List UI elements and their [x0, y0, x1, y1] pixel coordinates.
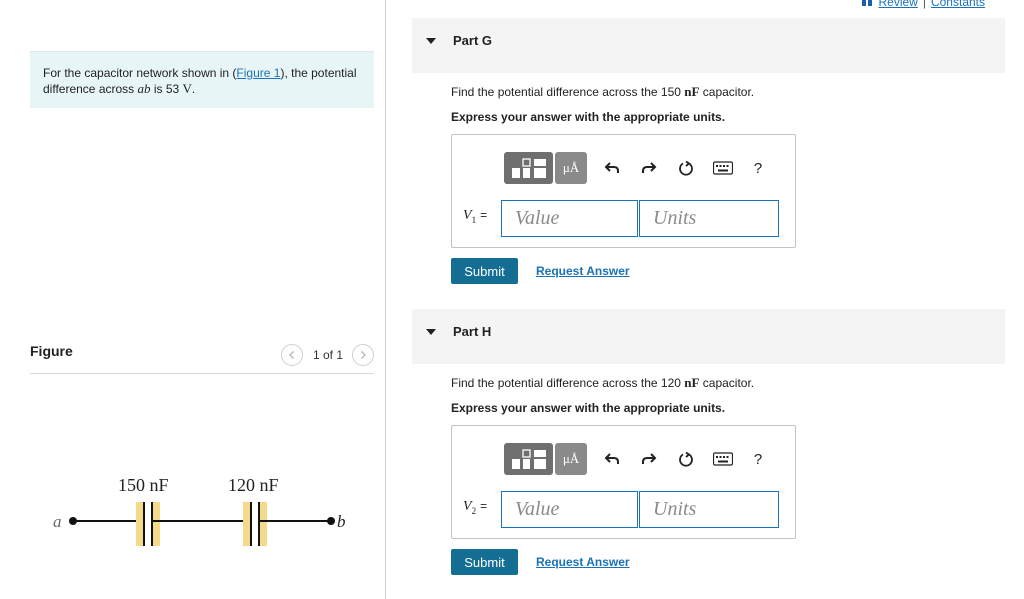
- undo-button[interactable]: [600, 156, 624, 180]
- problem-unit: V: [182, 81, 192, 96]
- help-button[interactable]: ?: [748, 160, 768, 177]
- problem-statement: For the capacitor network shown in (Figu…: [30, 51, 374, 108]
- units-input[interactable]: Units: [639, 491, 779, 528]
- part-h-answer-box: μÅ ? V2 = Value Units: [451, 425, 796, 539]
- undo-button[interactable]: [600, 447, 624, 471]
- chevron-right-icon: [361, 351, 366, 359]
- link-separator: |: [922, 0, 926, 9]
- cap2-plate-left-fill: [243, 502, 251, 546]
- cap1-plate-right-fill: [152, 502, 160, 546]
- problem-text-end: .: [191, 82, 196, 96]
- variable-subscript: 2: [471, 505, 477, 516]
- figure-pager: 1 of 1: [280, 344, 374, 366]
- answer-toolbar: μÅ ?: [504, 152, 768, 184]
- question-text-after: capacitor.: [699, 85, 755, 99]
- prev-figure-button[interactable]: [280, 344, 303, 366]
- templates-icon: [511, 449, 546, 469]
- reset-button[interactable]: [674, 156, 698, 180]
- variable-label: V2 =: [463, 499, 487, 516]
- variable-symbol: V: [463, 499, 472, 514]
- figure-header: Figure 1 of 1: [30, 341, 374, 374]
- value-input[interactable]: Value: [501, 491, 638, 528]
- pager-text: 1 of 1: [312, 348, 343, 362]
- problem-variable: ab: [137, 81, 151, 96]
- variable-symbol: V: [463, 208, 472, 223]
- keyboard-icon: [713, 161, 733, 175]
- cap2-plate-right-fill: [259, 502, 267, 546]
- review-icon: [862, 0, 873, 6]
- part-g-request-answer-link[interactable]: Request Answer: [536, 264, 630, 278]
- question-unit: nF: [684, 375, 700, 390]
- left-panel: For the capacitor network shown in (Figu…: [0, 0, 386, 599]
- next-figure-button[interactable]: [352, 344, 374, 366]
- cap2-label: 120 nF: [228, 475, 279, 495]
- part-h-header[interactable]: Part H: [412, 309, 1005, 364]
- chevron-left-icon: [289, 351, 294, 359]
- templates-button[interactable]: [504, 443, 553, 475]
- node-a-label: a: [53, 512, 62, 531]
- reset-icon: [679, 160, 693, 176]
- cap1-plate-left-fill: [136, 502, 144, 546]
- value-input[interactable]: Value: [501, 200, 638, 237]
- units-button[interactable]: μÅ: [555, 443, 587, 475]
- question-unit: nF: [684, 84, 700, 99]
- units-input[interactable]: Units: [639, 200, 779, 237]
- undo-icon: [604, 453, 619, 464]
- equals-sign: =: [480, 208, 488, 222]
- top-links: Review | Constants: [862, 0, 985, 9]
- review-link[interactable]: Review: [878, 0, 917, 9]
- part-h-request-answer-link[interactable]: Request Answer: [536, 555, 630, 569]
- part-h-label: Part H: [453, 324, 492, 339]
- part-h-question: Find the potential difference across the…: [451, 375, 754, 391]
- equals-sign: =: [480, 499, 488, 513]
- templates-icon: [511, 158, 546, 178]
- caret-down-icon: [426, 329, 436, 335]
- help-button[interactable]: ?: [748, 451, 768, 468]
- figure-link[interactable]: Figure 1: [236, 66, 280, 80]
- redo-icon: [642, 162, 657, 173]
- question-text-before: Find the potential difference across the…: [451, 85, 685, 99]
- keyboard-icon: [713, 452, 733, 466]
- part-g-answer-box: μÅ ? V1 = Value Units: [451, 134, 796, 248]
- cap1-label: 150 nF: [118, 475, 169, 495]
- redo-icon: [642, 453, 657, 464]
- question-text-after: capacitor.: [699, 376, 755, 390]
- part-g-submit-button[interactable]: Submit: [451, 258, 518, 284]
- units-button[interactable]: μÅ: [555, 152, 587, 184]
- keyboard-button[interactable]: [711, 156, 735, 180]
- problem-text-before: For the capacitor network shown in (: [43, 66, 237, 80]
- problem-text-is: is 53: [150, 82, 183, 96]
- reset-button[interactable]: [674, 447, 698, 471]
- part-g-instruction: Express your answer with the appropriate…: [451, 110, 726, 124]
- part-h-instruction: Express your answer with the appropriate…: [451, 401, 726, 415]
- answer-toolbar: μÅ ?: [504, 443, 768, 475]
- reset-icon: [679, 451, 693, 467]
- part-g-question: Find the potential difference across the…: [451, 84, 754, 100]
- undo-icon: [604, 162, 619, 173]
- redo-button[interactable]: [637, 156, 661, 180]
- capacitor-circuit: 150 nF 120 nF a b: [53, 475, 346, 546]
- part-g-header[interactable]: Part G: [412, 18, 1005, 73]
- caret-down-icon: [426, 38, 436, 44]
- question-text-before: Find the potential difference across the…: [451, 376, 685, 390]
- node-b-label: b: [337, 512, 346, 531]
- constants-link[interactable]: Constants: [931, 0, 985, 9]
- part-g-label: Part G: [453, 33, 493, 48]
- templates-button[interactable]: [504, 152, 553, 184]
- node-b-terminal: [327, 517, 335, 525]
- redo-button[interactable]: [637, 447, 661, 471]
- keyboard-button[interactable]: [711, 447, 735, 471]
- variable-label: V1 =: [463, 208, 487, 225]
- part-h-submit-button[interactable]: Submit: [451, 549, 518, 575]
- figure-title: Figure: [30, 343, 73, 359]
- variable-subscript: 1: [471, 214, 477, 225]
